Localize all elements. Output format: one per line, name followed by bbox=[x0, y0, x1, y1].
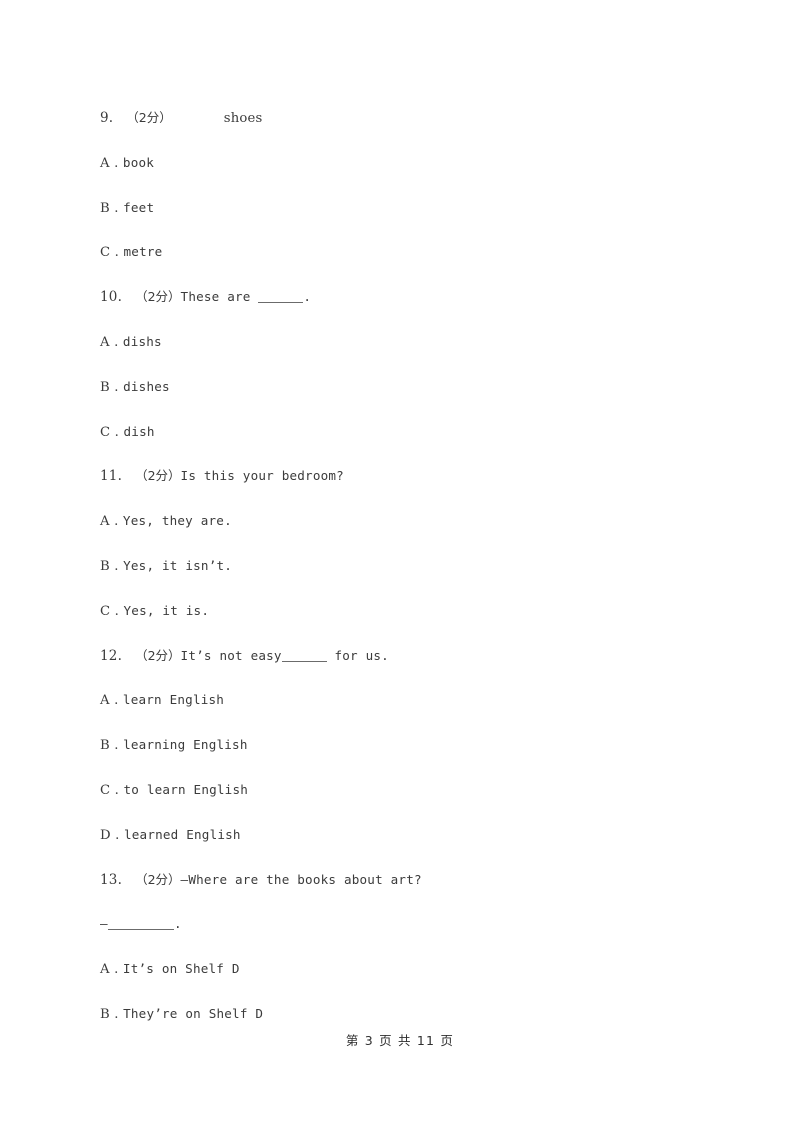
option-row[interactable]: C . to learn English bbox=[100, 768, 740, 813]
question-number: 12. bbox=[100, 647, 123, 664]
option-letter: B bbox=[100, 1006, 111, 1022]
question-stem-text: Is this your bedroom? bbox=[180, 468, 344, 484]
option-row[interactable]: B . feet bbox=[100, 186, 740, 231]
option-row[interactable]: C . metre bbox=[100, 230, 740, 275]
option-row[interactable]: A . learn English bbox=[100, 678, 740, 723]
option-letter: C bbox=[100, 782, 111, 798]
question-marks: （2分） bbox=[135, 468, 181, 484]
option-text: learn English bbox=[122, 692, 225, 708]
answer-blank bbox=[281, 660, 327, 662]
option-separator: . bbox=[110, 603, 119, 619]
option-text: dishs bbox=[122, 333, 162, 349]
option-text: Yes, it is. bbox=[123, 602, 210, 618]
option-row[interactable]: D . learned English bbox=[100, 813, 740, 858]
option-text: dishes bbox=[123, 378, 170, 394]
question-answer-line: —. bbox=[100, 902, 740, 947]
option-separator: . bbox=[110, 827, 120, 843]
option-text: learned English bbox=[123, 826, 241, 842]
option-row[interactable]: A . Yes, they are. bbox=[100, 499, 740, 544]
question-number: 9. bbox=[100, 110, 114, 126]
option-separator: . bbox=[109, 155, 119, 171]
answer-blank bbox=[107, 929, 174, 931]
option-letter: A bbox=[100, 693, 110, 709]
option-separator: . bbox=[109, 514, 119, 530]
question-list: 9. （2分） shoes A . book B . feet C . metre … bbox=[100, 96, 740, 1037]
option-text: learning English bbox=[123, 737, 248, 753]
option-separator: . bbox=[110, 782, 119, 798]
question-marks: （2分） bbox=[126, 110, 172, 125]
option-separator: . bbox=[109, 334, 119, 350]
question-marks: （2分） bbox=[135, 647, 181, 663]
option-row[interactable]: B . learning English bbox=[100, 723, 740, 768]
option-letter: B bbox=[100, 200, 111, 216]
question-stem-text: These are bbox=[180, 289, 259, 305]
option-row[interactable]: A . dishs bbox=[100, 320, 740, 365]
page-footer: 第 3 页 共 11 页 bbox=[345, 1033, 455, 1048]
option-row[interactable]: C . Yes, it is. bbox=[100, 589, 740, 634]
dialogue-dash: — bbox=[100, 916, 108, 932]
question-stem-text: shoes bbox=[223, 111, 263, 126]
option-separator: . bbox=[109, 962, 119, 978]
option-letter: B bbox=[100, 738, 111, 754]
option-row[interactable]: A . book bbox=[100, 141, 740, 186]
question-stem: 10. （2分）These are . bbox=[100, 275, 740, 320]
option-letter: A bbox=[100, 334, 110, 350]
option-letter: A bbox=[100, 155, 110, 171]
option-text: feet bbox=[123, 199, 155, 215]
option-text: Yes, it isn’t. bbox=[123, 557, 233, 573]
option-row[interactable]: A . It’s on Shelf D bbox=[100, 947, 740, 992]
document-page: 9. （2分） shoes A . book B . feet C . metre … bbox=[0, 0, 800, 1132]
question-marks: （2分） bbox=[135, 289, 181, 305]
question-number: 10. bbox=[100, 289, 123, 306]
option-text: dish bbox=[123, 423, 155, 439]
option-text: to learn English bbox=[123, 781, 249, 797]
question-stem: 12. （2分）It’s not easy for us. bbox=[100, 634, 740, 679]
option-text: metre bbox=[123, 244, 163, 260]
option-letter: B bbox=[100, 558, 111, 574]
option-text: They’re on Shelf D bbox=[123, 1005, 264, 1021]
option-text: It’s on Shelf D bbox=[122, 961, 240, 977]
question-number: 11. bbox=[100, 468, 123, 485]
option-letter: C bbox=[100, 424, 111, 440]
option-letter: C bbox=[100, 245, 111, 261]
option-separator: . bbox=[110, 558, 119, 574]
answer-line-tail: . bbox=[173, 916, 182, 932]
question-stem-text: —Where are the books about art? bbox=[180, 871, 422, 887]
option-letter: C bbox=[100, 603, 111, 619]
option-letter: D bbox=[100, 827, 111, 843]
option-letter: A bbox=[100, 514, 110, 530]
option-separator: . bbox=[109, 693, 119, 709]
option-text: book bbox=[122, 154, 155, 170]
question-stem: 9. （2分） shoes bbox=[100, 96, 740, 141]
question-stem-tail: for us. bbox=[326, 647, 389, 663]
question-stem-tail: . bbox=[303, 289, 312, 305]
question-stem: 11. （2分）Is this your bedroom? bbox=[100, 454, 740, 499]
option-row[interactable]: C . dish bbox=[100, 410, 740, 455]
question-number: 13. bbox=[100, 871, 123, 888]
question-marks: （2分） bbox=[135, 871, 181, 887]
option-separator: . bbox=[110, 1006, 119, 1022]
question-stem: 13. （2分）—Where are the books about art? bbox=[100, 858, 740, 903]
answer-blank bbox=[258, 302, 304, 304]
question-stem-text: It’s not easy bbox=[180, 647, 282, 663]
option-separator: . bbox=[110, 424, 119, 440]
option-letter: B bbox=[100, 379, 111, 395]
option-letter: A bbox=[100, 962, 110, 978]
option-separator: . bbox=[110, 379, 119, 395]
option-separator: . bbox=[110, 245, 119, 261]
option-separator: . bbox=[110, 738, 119, 754]
option-row[interactable]: B . dishes bbox=[100, 365, 740, 410]
option-separator: . bbox=[110, 200, 119, 216]
option-row[interactable]: B . Yes, it isn’t. bbox=[100, 544, 740, 589]
option-text: Yes, they are. bbox=[122, 513, 232, 529]
